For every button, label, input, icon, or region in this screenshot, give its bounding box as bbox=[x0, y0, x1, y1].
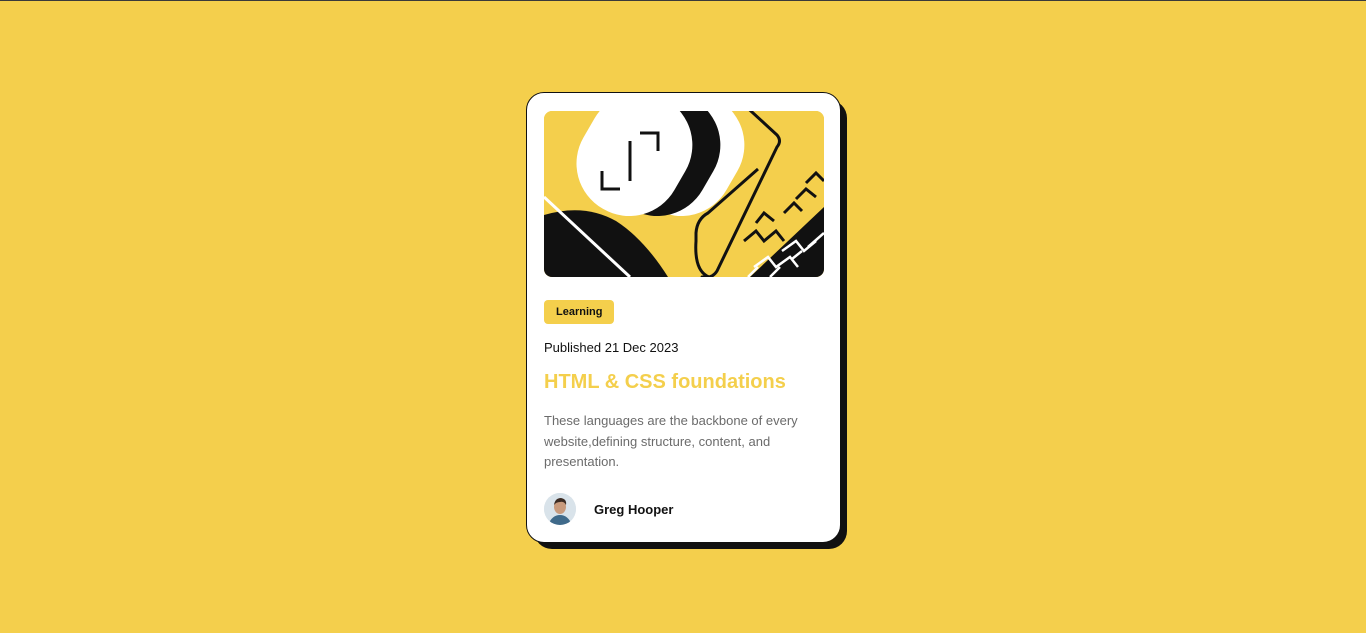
avatar bbox=[544, 493, 576, 525]
author-photo-icon bbox=[544, 493, 576, 525]
blog-preview-card-container: Learning Published 21 Dec 2023 HTML & CS… bbox=[526, 92, 847, 549]
category-badge: Learning bbox=[544, 300, 615, 324]
author: Greg Hooper bbox=[544, 493, 673, 525]
card-description: These languages are the backbone of ever… bbox=[544, 413, 798, 469]
published-date: Published 21 Dec 2023 bbox=[544, 340, 679, 355]
blog-preview-card: Learning Published 21 Dec 2023 HTML & CS… bbox=[526, 92, 841, 543]
author-name: Greg Hooper bbox=[594, 501, 674, 517]
window-top-border bbox=[0, 0, 1366, 1]
card-title[interactable]: HTML & CSS foundations bbox=[544, 371, 786, 394]
abstract-illustration-icon bbox=[544, 111, 824, 277]
hero-illustration bbox=[544, 111, 824, 277]
